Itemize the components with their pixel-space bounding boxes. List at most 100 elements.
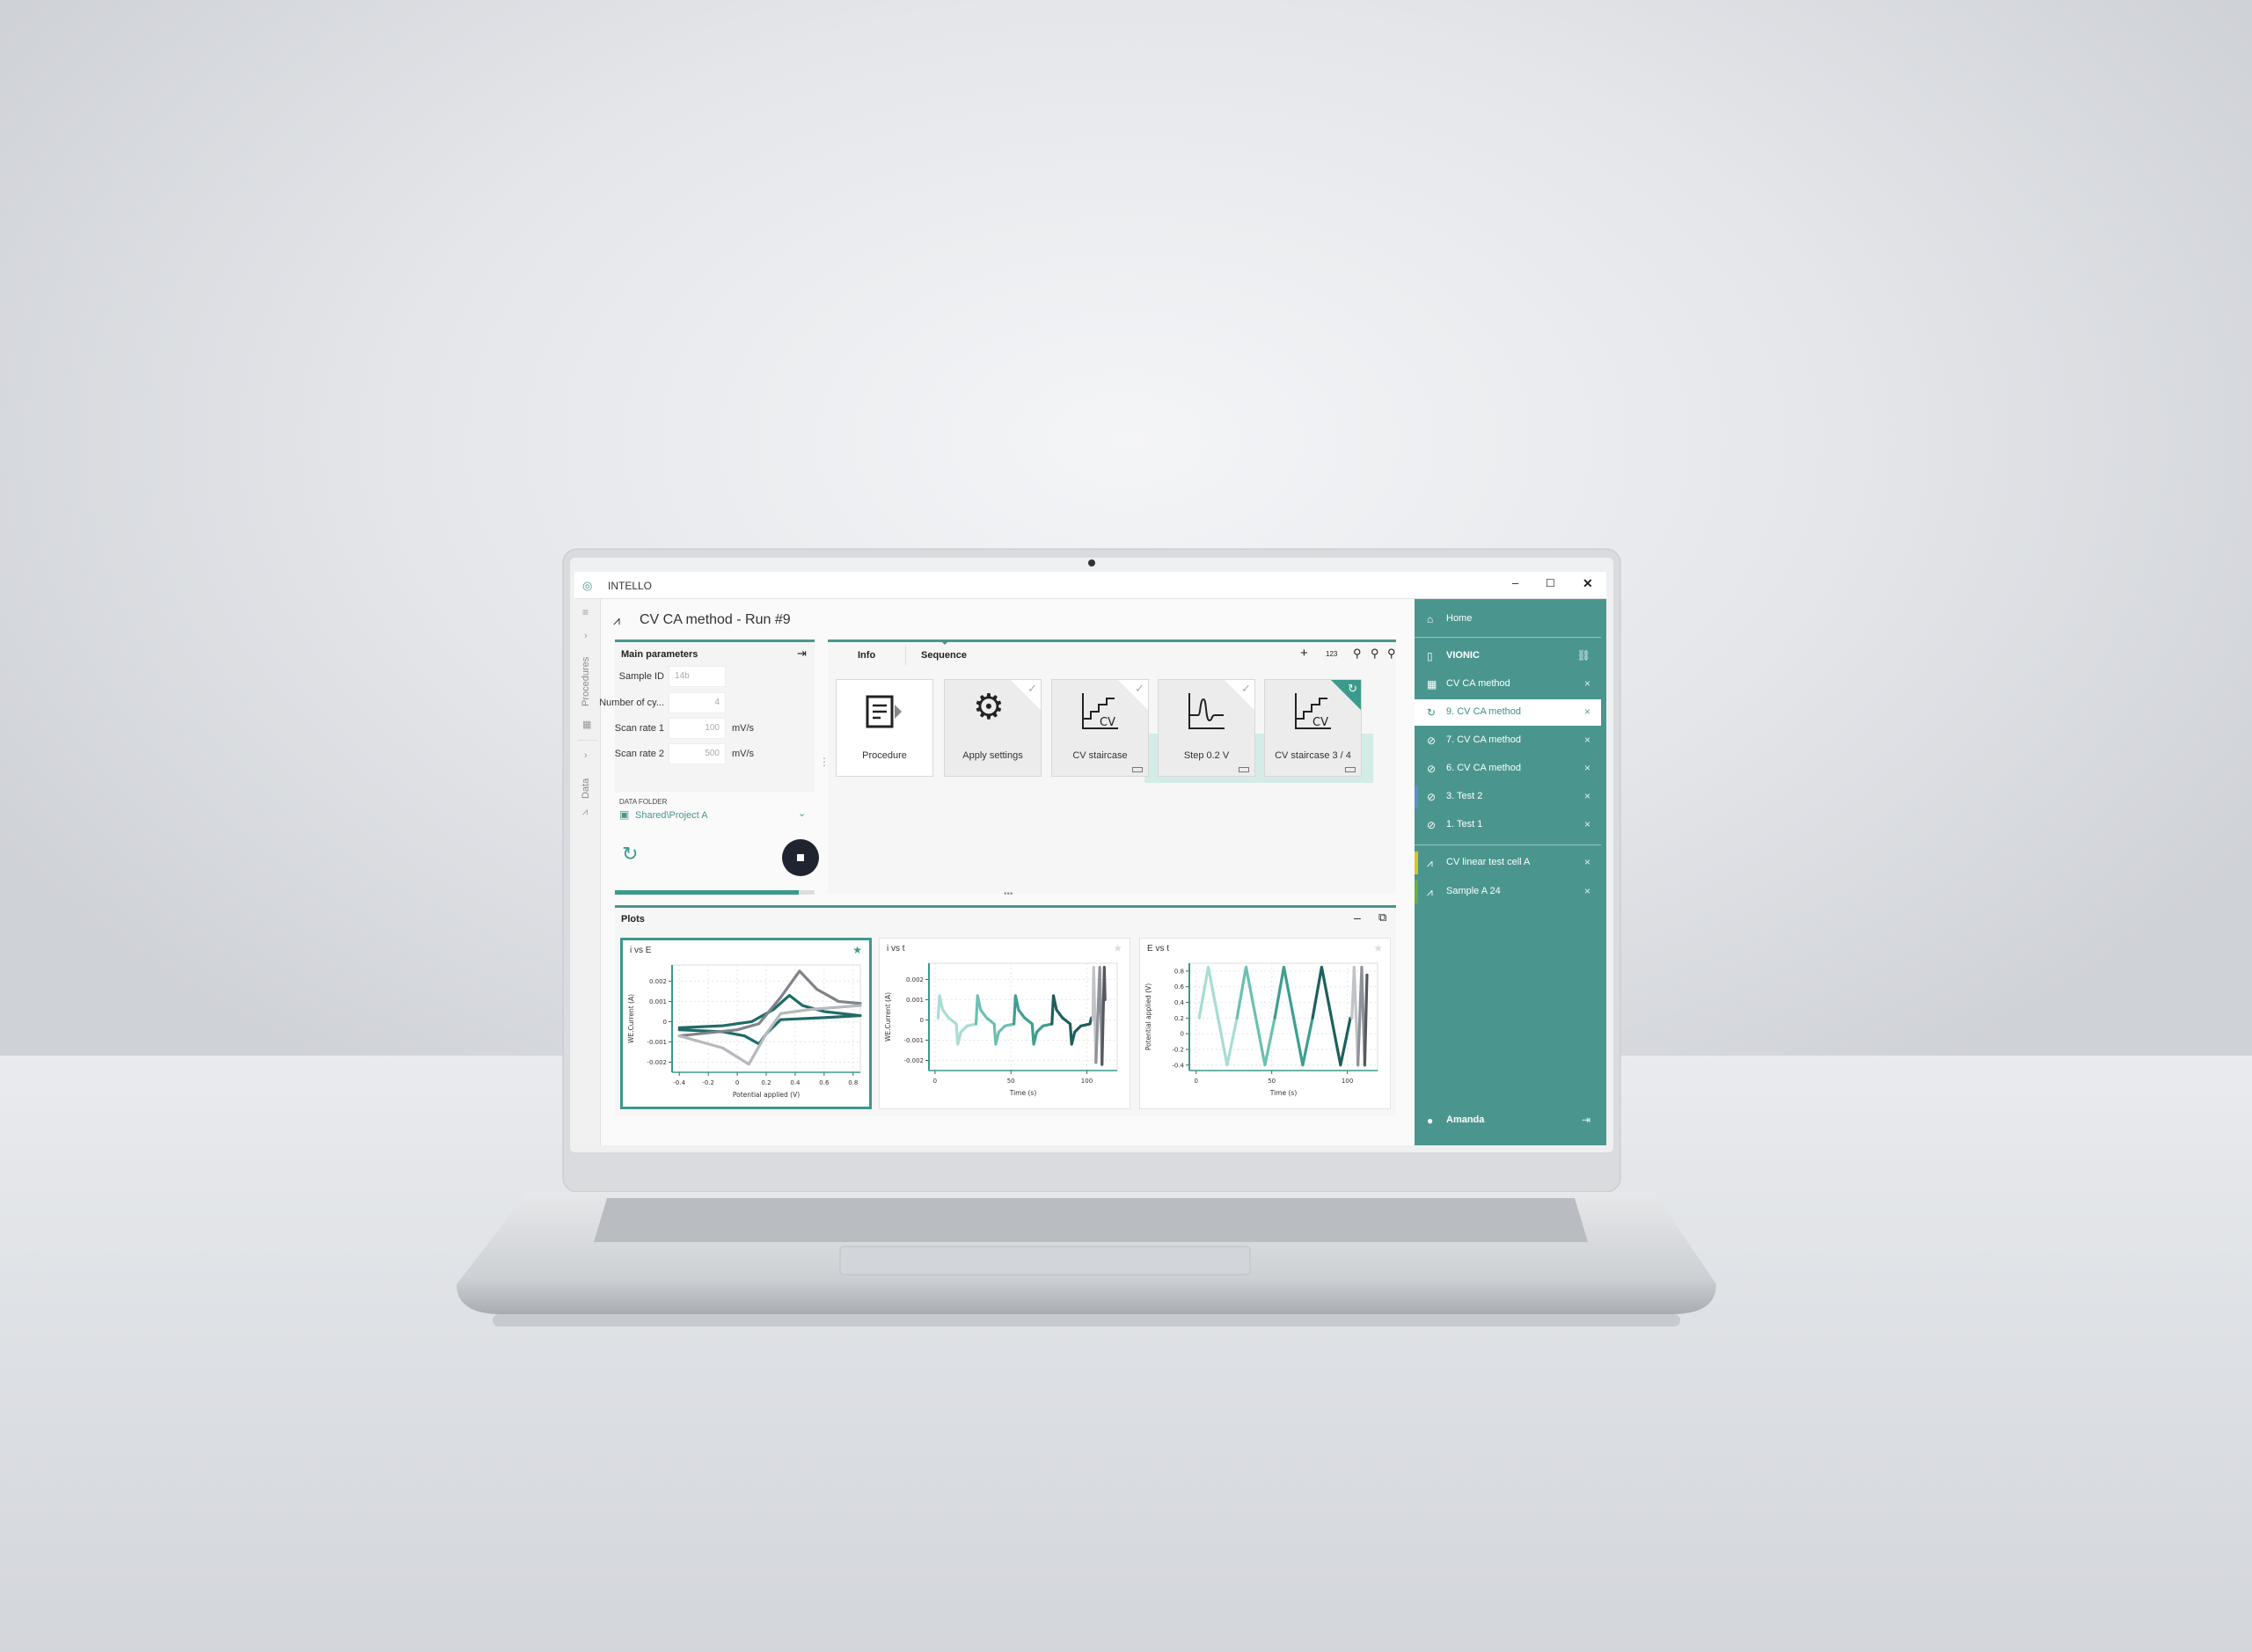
sidebar-item-run-7[interactable]: ⊘ 7. CV CA method × xyxy=(1415,727,1601,754)
sidebar-data-item[interactable]: ⩘ CV linear test cell A × xyxy=(1415,850,1601,876)
plot-card-i-vs-t[interactable]: i vs t ★ 0 50 100 -0.002 -0.001 0 0.001 0.002 Time… xyxy=(879,938,1130,1109)
divider xyxy=(578,740,597,741)
minimize-button[interactable]: – xyxy=(1512,576,1518,589)
y-tick-label: -0.4 xyxy=(1172,1062,1184,1069)
check-icon: ✓ xyxy=(1135,682,1144,695)
sidebar-item-run-9[interactable]: ↻ 9. CV CA method × xyxy=(1415,699,1601,726)
x-axis-label: Potential applied (V) xyxy=(733,1091,800,1099)
disconnect-icon[interactable]: ⛓ xyxy=(1577,649,1590,662)
right-sidebar: ⌂ Home ▯ VIONIC ⛓ ▦ CV CA method × ↻ 9. CV CA … xyxy=(1415,599,1606,1145)
user-profile[interactable]: ● Amanda ⇥ xyxy=(1415,1107,1601,1134)
sequence-card-step[interactable]: ✓ Step 0.2 V xyxy=(1158,679,1255,777)
zoom-fit-icon[interactable]: ⚲ xyxy=(1353,647,1362,661)
close-icon[interactable]: × xyxy=(1584,818,1590,830)
folder-icon: ▣ xyxy=(619,808,630,821)
keyboard xyxy=(594,1198,1588,1242)
check-circle-icon: ⊘ xyxy=(1427,819,1437,831)
tab-sequence[interactable]: Sequence xyxy=(921,650,967,661)
close-button[interactable]: ✕ xyxy=(1583,576,1593,591)
sidebar-item-test-2[interactable]: ⊘ 3. Test 2 × xyxy=(1415,784,1601,810)
chart-e-vs-t: 0 50 100 -0.4 -0.2 0 0.2 0.4 0.6 0.8 Time (s) Poten… xyxy=(1144,962,1378,1097)
logout-icon[interactable]: ⇥ xyxy=(1582,1114,1590,1126)
close-icon[interactable]: × xyxy=(1584,705,1590,718)
tab-info[interactable]: Info xyxy=(858,650,875,661)
sequence-card-procedure[interactable]: Procedure xyxy=(836,679,933,777)
y-tick-label: -0.2 xyxy=(1172,1046,1184,1053)
expand-procedures-icon[interactable]: › xyxy=(584,631,588,641)
data-folder-select[interactable]: Shared\Project A xyxy=(635,810,708,821)
maximize-button[interactable]: ☐ xyxy=(1546,577,1555,589)
close-icon[interactable]: × xyxy=(1584,762,1590,774)
progress-fill xyxy=(615,890,799,895)
sidebar-item-run-6[interactable]: ⊘ 6. CV CA method × xyxy=(1415,756,1601,782)
sidebar-label: Sample A 24 xyxy=(1446,886,1501,896)
x-axis-label: Time (s) xyxy=(1269,1089,1298,1097)
popout-icon[interactable]: ⧉ xyxy=(1378,910,1386,925)
stop-button[interactable] xyxy=(782,839,819,876)
x-axis-label: Time (s) xyxy=(1009,1089,1037,1097)
chevron-down-icon[interactable]: ⌄ xyxy=(798,808,806,819)
add-icon[interactable]: + xyxy=(1300,646,1308,661)
sequence-card-cv-staircase-running[interactable]: ↻ CV CV staircase 3 / 4 xyxy=(1264,679,1362,777)
sidebar-label: CV linear test cell A xyxy=(1446,857,1531,867)
fields: Sample ID 14b Number of cy... 4 Scan rat… xyxy=(599,663,815,772)
sequence-panel: Info Sequence + 123 ⚲ ⚲ ⚲ Procedure ✓ ⚙ … xyxy=(828,640,1396,894)
close-icon[interactable]: × xyxy=(1584,790,1590,802)
y-tick-label: 0.001 xyxy=(906,997,924,1004)
sequence-card-apply-settings[interactable]: ✓ ⚙ Apply settings xyxy=(944,679,1042,777)
sidebar-label: VIONIC xyxy=(1446,650,1480,661)
sequence-card-cv-staircase[interactable]: ✓ CV CV staircase xyxy=(1051,679,1149,777)
user-name: Amanda xyxy=(1446,1115,1485,1125)
collapse-panel-icon[interactable]: ⇥ xyxy=(797,647,807,661)
sidebar-label: 7. CV CA method xyxy=(1446,735,1521,745)
unit: mV/s xyxy=(732,749,755,759)
intello-logo-icon: ◎ xyxy=(582,579,593,592)
sidebar-item-home[interactable]: ⌂ Home xyxy=(1415,606,1601,632)
color-marker xyxy=(1415,852,1418,874)
procedure-grid-icon: ▦ xyxy=(1427,678,1437,691)
zoom-out-icon[interactable]: ⚲ xyxy=(1371,647,1379,661)
sidebar-label: 3. Test 2 xyxy=(1446,791,1483,801)
sidebar-data-item[interactable]: ⩘ Sample A 24 × xyxy=(1415,879,1601,905)
card-label: Apply settings xyxy=(962,750,1023,761)
active-tab-caret xyxy=(940,640,950,645)
divider xyxy=(1415,637,1601,638)
y-tick-label: 0 xyxy=(920,1017,924,1024)
title-bar: ◎ INTELLO – ☐ ✕ xyxy=(574,572,1606,599)
data-icon xyxy=(1132,767,1143,772)
close-icon[interactable]: × xyxy=(1584,885,1590,897)
data-icon xyxy=(1239,767,1249,772)
close-icon[interactable]: × xyxy=(1584,734,1590,746)
zoom-in-icon[interactable]: ⚲ xyxy=(1387,647,1396,661)
plots-heading: Plots xyxy=(621,914,645,925)
x-tick-label: 0.8 xyxy=(848,1079,858,1086)
cycles-input[interactable]: 4 xyxy=(669,692,726,713)
user-icon: ● xyxy=(1427,1115,1434,1127)
plot-card-i-vs-e[interactable]: i vs E ★ -0.4 -0.2 0 0.2 0.4 0.6 0.8 -0.002 -0.001… xyxy=(620,938,872,1109)
sidebar-item-test-1[interactable]: ⊘ 1. Test 1 × xyxy=(1415,812,1601,838)
x-tick-label: 0 xyxy=(1195,1078,1198,1085)
running-icon: ↻ xyxy=(1427,706,1437,719)
unit: mV/s xyxy=(732,723,755,734)
sample-id-input[interactable]: 14b xyxy=(669,666,726,687)
minimize-plots-icon[interactable]: – xyxy=(1354,910,1361,925)
sidebar-item-procedure[interactable]: ▦ CV CA method × xyxy=(1415,671,1601,698)
menu-icon[interactable]: ≡ xyxy=(582,606,589,618)
x-tick-label: -0.4 xyxy=(673,1079,685,1086)
y-tick-label: 0 xyxy=(1181,1031,1184,1038)
card-label: Step 0.2 V xyxy=(1183,750,1230,761)
splitter-handle[interactable]: ••• xyxy=(1004,889,1013,899)
chart-icon[interactable]: ⩘ xyxy=(582,807,588,818)
progress-bar xyxy=(615,890,815,895)
close-icon[interactable]: × xyxy=(1584,856,1590,868)
nav-data[interactable]: Data xyxy=(581,778,591,799)
y-axis-label: WE.Current (A) xyxy=(884,992,892,1042)
sidebar-instrument[interactable]: ▯ VIONIC ⛓ xyxy=(1415,643,1601,669)
numbering-icon[interactable]: 123 xyxy=(1326,650,1337,658)
scan-rate-2-input[interactable]: 500 xyxy=(669,743,726,764)
close-icon[interactable]: × xyxy=(1584,677,1590,690)
scan-rate-1-input[interactable]: 100 xyxy=(669,718,726,739)
plot-card-e-vs-t[interactable]: E vs t ★ 0 50 100 -0.4 -0.2 0 0.2 0.4 0.6 0.8 Time (… xyxy=(1139,938,1391,1109)
divider xyxy=(1415,844,1601,845)
y-tick-label: 0.6 xyxy=(1174,983,1185,990)
